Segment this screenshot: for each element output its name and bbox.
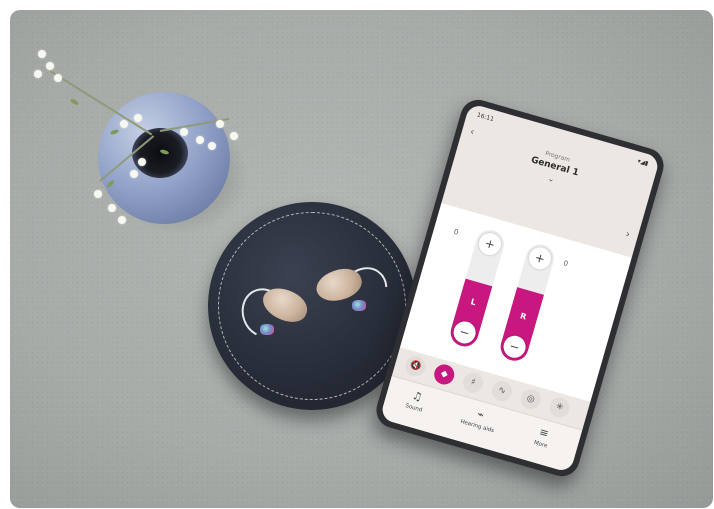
right-volume-value: 0 (562, 259, 569, 269)
flower (196, 136, 204, 144)
right-volume-slider[interactable]: + R − (497, 241, 558, 365)
program-icon[interactable]: ◆ (431, 362, 457, 387)
flower (180, 128, 188, 136)
left-plus-button[interactable]: + (476, 230, 504, 258)
flower (134, 114, 142, 122)
flower (208, 142, 216, 150)
focus-icon[interactable]: ◎ (518, 386, 544, 412)
nav-more[interactable]: ≡ More (511, 418, 575, 456)
mute-icon[interactable]: 🔇 (403, 353, 428, 379)
flower (94, 190, 102, 198)
flower (216, 120, 224, 128)
flower (138, 158, 146, 166)
flower (108, 204, 116, 212)
right-plus-button[interactable]: + (526, 244, 554, 272)
left-volume-slider[interactable]: + L − (447, 226, 508, 350)
flower (118, 216, 126, 224)
flower (54, 74, 62, 82)
flower (130, 170, 138, 178)
equalizer-icon[interactable]: ♯ (460, 370, 486, 396)
flower (120, 120, 128, 128)
nav-sound[interactable]: ♫ Sound (384, 382, 448, 420)
left-hearing-aid (234, 281, 320, 345)
hearing-aid-dome (352, 300, 366, 311)
product-photo: 16:11 ▾◢▮ ‹ Program General 1 ⌄ › 0 + L … (10, 10, 713, 508)
hearing-aid-dome (260, 324, 274, 335)
right-hearing-aid (312, 257, 397, 325)
flower (38, 50, 46, 58)
flower (230, 132, 238, 140)
program-name[interactable]: General 1 (458, 135, 651, 199)
flower (46, 62, 54, 70)
next-chevron-icon[interactable]: › (624, 227, 632, 241)
left-volume-value: 0 (452, 227, 460, 237)
nav-hearing-aids[interactable]: ⌁ Hearing aids (447, 400, 511, 438)
noise-icon[interactable]: ∿ (489, 378, 515, 404)
vase-opening (132, 128, 188, 178)
settings-icon[interactable]: ✳ (547, 395, 572, 420)
flower (34, 70, 42, 78)
